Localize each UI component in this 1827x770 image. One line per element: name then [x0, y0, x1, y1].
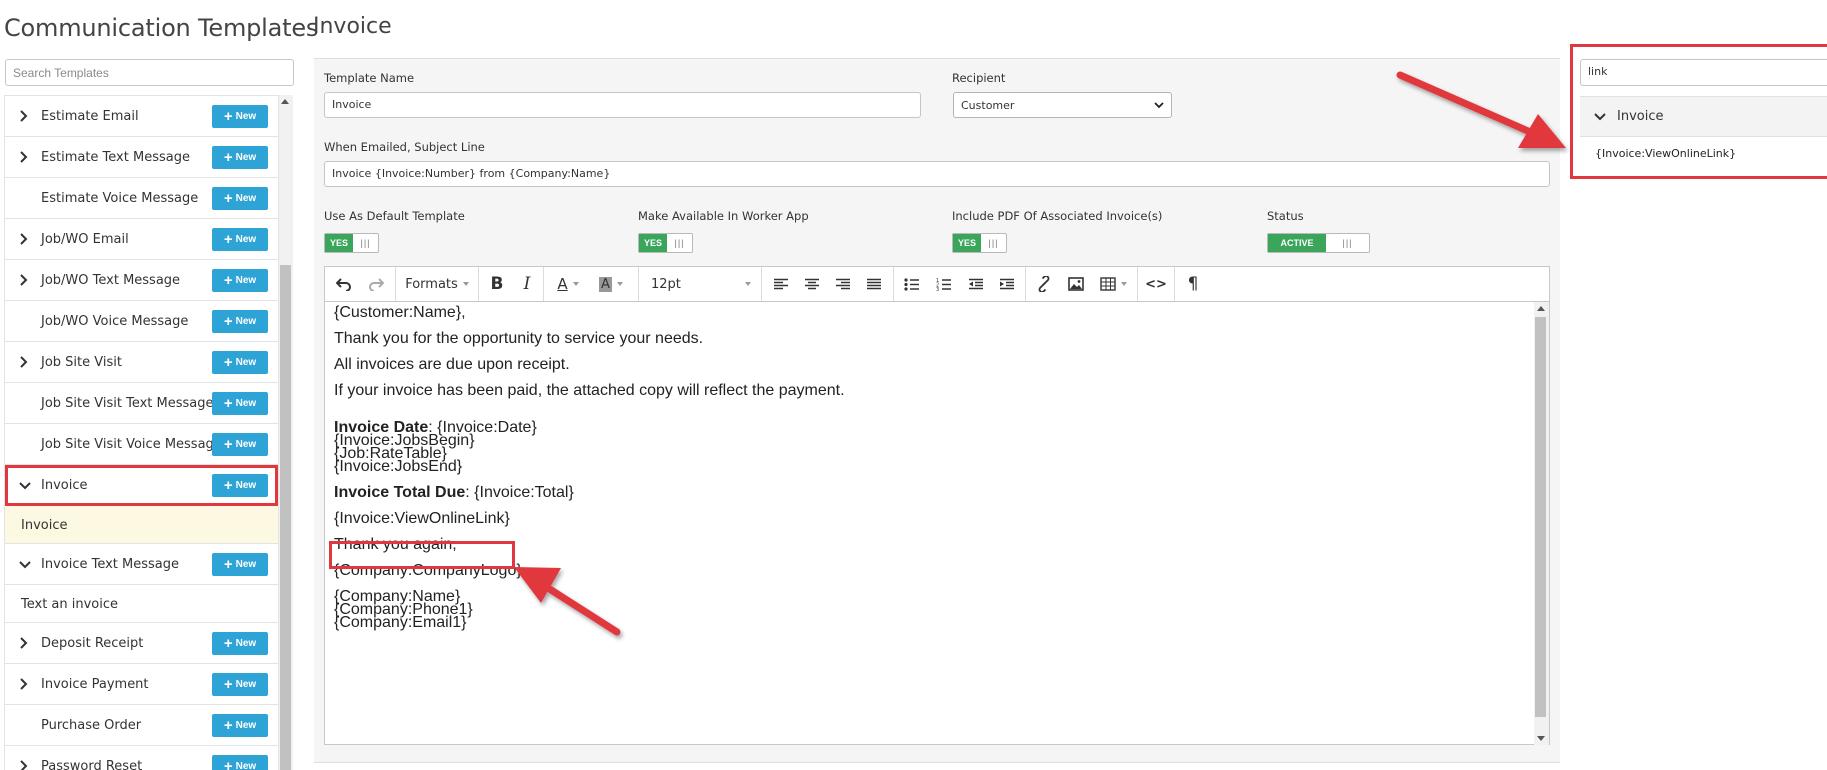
- annotation-arrow-icon: [514, 71, 1566, 636]
